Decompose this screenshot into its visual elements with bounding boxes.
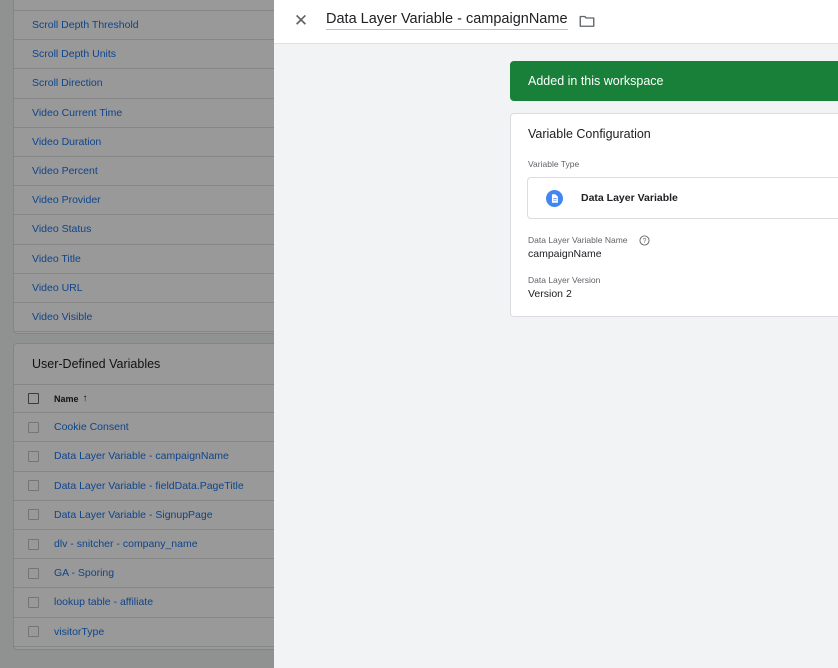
svg-text:?: ? [643,238,647,245]
variable-type-selector[interactable]: Data Layer Variable [527,177,838,219]
data-layer-version-label: Data Layer Version [528,275,601,285]
document-icon [546,190,563,207]
variable-type-label: Variable Type [528,159,580,169]
workspace-status-banner: Added in this workspace [510,61,838,101]
panel-header: ✕ Data Layer Variable - campaignName [274,0,838,44]
data-layer-variable-name-value: campaignName [528,248,602,260]
variable-type-name: Data Layer Variable [581,192,678,204]
folder-icon[interactable] [578,12,596,30]
data-layer-variable-name-label: Data Layer Variable Name [528,235,628,245]
configuration-title: Variable Configuration [528,127,651,141]
variable-configuration-card[interactable]: Variable Configuration Variable Type Dat… [510,113,838,317]
variable-detail-panel: ✕ Data Layer Variable - campaignName Add… [274,0,838,668]
help-icon[interactable]: ? [639,235,650,246]
variable-name-title[interactable]: Data Layer Variable - campaignName [326,11,568,30]
close-icon[interactable]: ✕ [291,11,311,31]
data-layer-version-value: Version 2 [528,288,572,300]
